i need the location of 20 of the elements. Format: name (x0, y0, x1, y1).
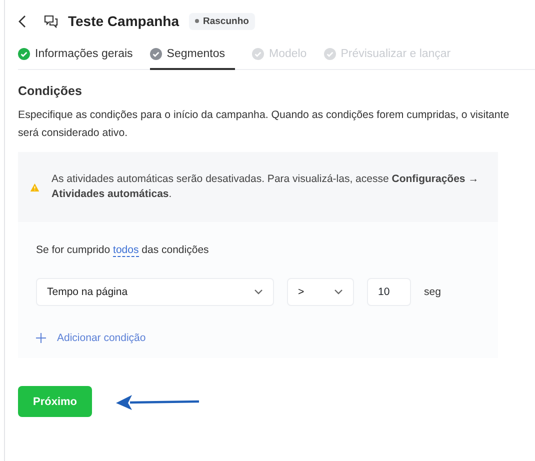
warning-text: As atividades automáticas serão desativadas. Para visualizá-las, acesse Configurações → Atividades automáticas. (51, 172, 480, 202)
status-badge: Rascunho (189, 12, 255, 30)
section-description: Especifique as condições para o início da campanha. Quando as condições forem cumpridas, o visitante será considerado ativo. (18, 108, 510, 141)
add-condition-button[interactable]: Adicionar condição (36, 332, 146, 344)
back-icon[interactable] (18, 14, 26, 28)
plus-icon (36, 333, 46, 343)
value-input[interactable]: 10 (367, 278, 411, 306)
chat-bubbles-icon (44, 14, 58, 28)
unit-label: seg (424, 286, 441, 298)
match-rule-text: Se for cumprido todos das condições (36, 244, 210, 256)
campaign-title: Teste Campanha (68, 13, 179, 29)
step-tab[interactable]: Informações gerais (18, 42, 133, 70)
section-title: Condições (18, 84, 83, 98)
field-select[interactable]: Tempo na página (36, 278, 274, 306)
chevron-down-icon (254, 289, 263, 295)
match-mode-link[interactable]: todos (113, 244, 139, 257)
warning-icon (30, 182, 40, 192)
step-tab[interactable]: Segmentos (150, 42, 235, 70)
chevron-down-icon (334, 289, 343, 295)
operator-select[interactable]: > (287, 278, 354, 306)
